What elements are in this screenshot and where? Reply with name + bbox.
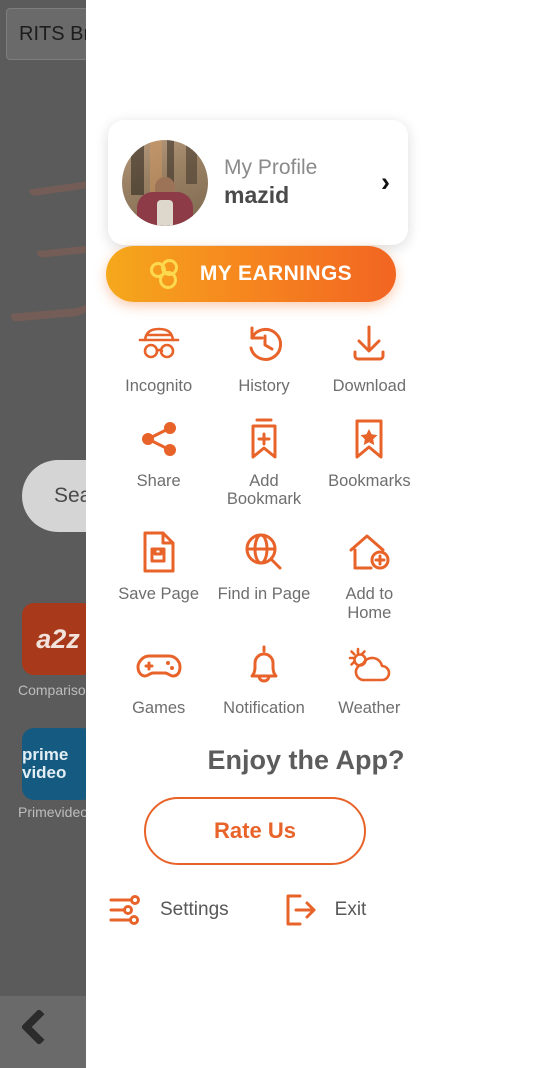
save-page-icon bbox=[135, 528, 183, 576]
weather-icon bbox=[345, 642, 393, 690]
menu-item-share[interactable]: Share bbox=[106, 415, 211, 508]
menu-item-label: Download bbox=[332, 377, 407, 395]
notification-icon bbox=[240, 642, 288, 690]
menu-item-download[interactable]: Download bbox=[317, 320, 422, 395]
settings-label: Settings bbox=[160, 899, 229, 920]
menu-item-add-bookmark[interactable]: Add Bookmark bbox=[211, 415, 316, 508]
menu-item-label: Save Page bbox=[118, 585, 200, 604]
coins-icon bbox=[149, 259, 184, 289]
download-icon bbox=[345, 320, 393, 368]
scrim-overlay[interactable] bbox=[0, 0, 86, 1068]
avatar bbox=[122, 139, 208, 226]
menu-item-label: Games bbox=[132, 698, 186, 717]
find-in-page-icon bbox=[240, 528, 288, 576]
menu-item-label: Add to Home bbox=[345, 585, 394, 622]
rate-us-button[interactable]: Rate Us bbox=[144, 797, 366, 865]
menu-item-notification[interactable]: Notification bbox=[211, 642, 316, 717]
menu-item-find-in-page[interactable]: Find in Page bbox=[211, 528, 316, 621]
my-earnings-label: MY EARNINGS bbox=[199, 262, 353, 285]
background-app-title: RITS Browser bbox=[6, 8, 92, 60]
menu-item-add-to-home[interactable]: Add to Home bbox=[317, 528, 422, 622]
background-tile-comparison[interactable]: a2z bbox=[22, 603, 94, 675]
exit-icon bbox=[281, 890, 321, 930]
chevron-right-icon[interactable]: › bbox=[381, 167, 394, 198]
menu-item-incognito[interactable]: Incognito bbox=[106, 320, 211, 395]
settings-button[interactable]: Settings bbox=[106, 890, 229, 930]
menu-item-label: Add Bookmark bbox=[226, 472, 302, 509]
background-tile-label-primevideo: Primevideo bbox=[18, 804, 89, 820]
menu-item-weather[interactable]: Weather bbox=[317, 642, 422, 717]
profile-subtitle: My Profile bbox=[224, 156, 318, 179]
share-icon bbox=[135, 415, 183, 463]
background-tile-primevideo[interactable]: prime video bbox=[22, 728, 94, 800]
menu-item-history[interactable]: History bbox=[211, 320, 316, 395]
enjoy-app-title: Enjoy the App? bbox=[207, 745, 405, 775]
menu-item-label: Incognito bbox=[125, 377, 193, 395]
exit-label: Exit bbox=[334, 899, 367, 920]
add-bookmark-icon bbox=[240, 415, 288, 463]
my-earnings-button[interactable]: MY EARNINGS bbox=[106, 246, 396, 302]
background-tile-label-comparison: Comparison bbox=[18, 682, 94, 698]
menu-item-label: Notification bbox=[223, 698, 305, 717]
app-screen: RITS Browser Search Here a2z Comparison … bbox=[0, 0, 540, 1068]
menu-item-save-page[interactable]: Save Page bbox=[106, 528, 211, 621]
profile-name: mazid bbox=[224, 182, 290, 208]
games-icon bbox=[135, 642, 183, 690]
bookmarks-icon bbox=[345, 415, 393, 463]
history-icon bbox=[240, 320, 288, 368]
menu-item-bookmarks[interactable]: Bookmarks bbox=[317, 415, 422, 508]
exit-button[interactable]: Exit bbox=[281, 890, 367, 930]
drawer-bottom-actions: Settings Exit bbox=[106, 890, 436, 930]
incognito-icon bbox=[135, 320, 183, 368]
menu-item-label: Share bbox=[136, 472, 181, 491]
settings-sliders-icon bbox=[106, 890, 146, 930]
add-to-home-icon bbox=[345, 528, 393, 576]
menu-grid: Incognito History Download Share Add Boo… bbox=[106, 320, 422, 717]
side-drawer: My Profile mazid › MY EARNINGS Incognito… bbox=[86, 0, 540, 1068]
menu-item-label: History bbox=[238, 377, 290, 395]
menu-item-label: Weather bbox=[338, 698, 401, 717]
menu-item-games[interactable]: Games bbox=[106, 642, 211, 717]
profile-card[interactable]: My Profile mazid › bbox=[108, 120, 408, 245]
menu-item-label: Find in Page bbox=[217, 585, 311, 604]
menu-item-label: Bookmarks bbox=[328, 472, 411, 491]
